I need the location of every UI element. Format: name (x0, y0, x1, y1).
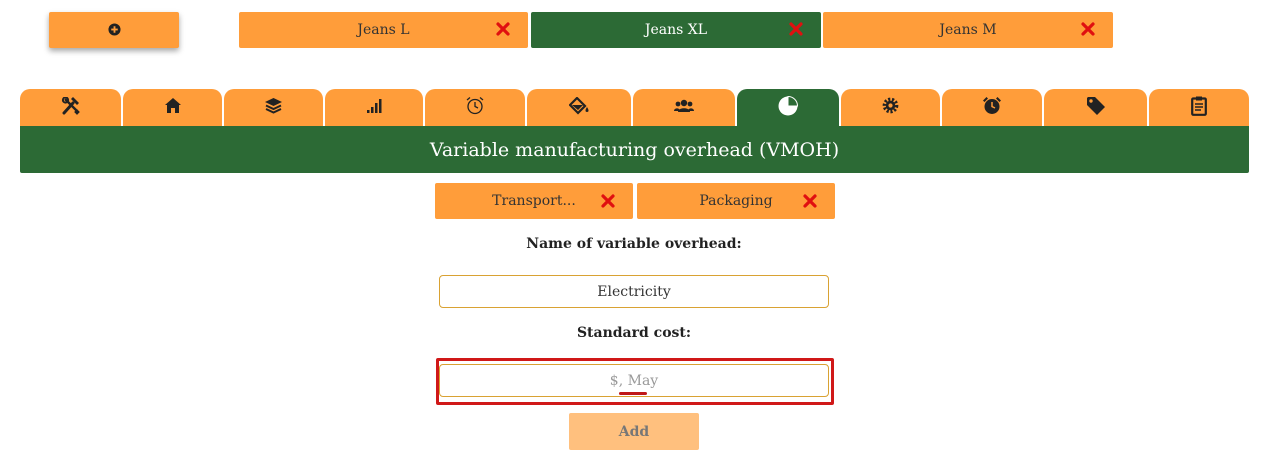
tag-icon (1086, 96, 1106, 120)
section-title: Variable manufacturing overhead (VMOH) (20, 126, 1249, 173)
tab-tags[interactable] (1044, 89, 1147, 126)
paint-bucket-icon (567, 95, 590, 119)
close-x-icon[interactable] (1079, 20, 1097, 38)
product-tab-label: Jeans M (939, 22, 997, 38)
tab-tools[interactable] (20, 89, 121, 126)
add-button[interactable]: Add (569, 413, 699, 450)
overhead-tab-transport[interactable]: Transport... (435, 183, 633, 219)
product-tab-jeans-xl[interactable]: Jeans XL (531, 12, 821, 48)
section-title-text: Variable manufacturing overhead (VMOH) (429, 138, 840, 161)
alarm-clock-outline-icon (465, 96, 485, 119)
users-icon (674, 98, 694, 117)
overhead-name-input[interactable] (439, 275, 829, 308)
overhead-tab-label: Packaging (699, 193, 773, 209)
close-x-icon[interactable] (801, 192, 819, 210)
close-x-icon[interactable] (599, 192, 617, 210)
product-tab-label: Jeans XL (644, 22, 708, 38)
layers-icon (264, 97, 283, 118)
signal-bars-icon (366, 98, 383, 117)
alarm-clock-icon (982, 96, 1002, 119)
tab-pie-chart[interactable] (737, 89, 839, 126)
overhead-name-label: Name of variable overhead: (526, 236, 742, 252)
add-product-button[interactable] (49, 12, 179, 48)
clipboard-icon (1191, 96, 1207, 120)
product-tab-label: Jeans L (357, 22, 410, 38)
tab-layers[interactable] (224, 89, 323, 126)
tab-users[interactable] (633, 89, 735, 126)
product-tab-jeans-m[interactable]: Jeans M (823, 12, 1113, 48)
tab-paint[interactable] (527, 89, 631, 126)
tab-home[interactable] (123, 89, 222, 126)
tools-icon (61, 95, 81, 119)
gear-icon (881, 96, 900, 119)
spellcheck-underline (619, 392, 647, 395)
tab-signal[interactable] (325, 89, 423, 126)
overhead-tab-label: Transport... (492, 193, 576, 209)
tab-alarm[interactable] (942, 89, 1042, 126)
add-button-label: Add (618, 423, 650, 440)
pie-chart-icon (777, 95, 799, 121)
plus-circle-icon (107, 21, 121, 40)
tab-alarm-outline[interactable] (425, 89, 525, 126)
tab-settings[interactable] (841, 89, 940, 126)
home-icon (164, 97, 182, 118)
tab-clipboard[interactable] (1149, 89, 1249, 126)
close-x-icon[interactable] (494, 20, 512, 38)
overhead-tab-packaging[interactable]: Packaging (637, 183, 835, 219)
close-x-icon[interactable] (787, 20, 805, 38)
standard-cost-label: Standard cost: (576, 325, 692, 341)
product-tab-jeans-l[interactable]: Jeans L (239, 12, 528, 48)
